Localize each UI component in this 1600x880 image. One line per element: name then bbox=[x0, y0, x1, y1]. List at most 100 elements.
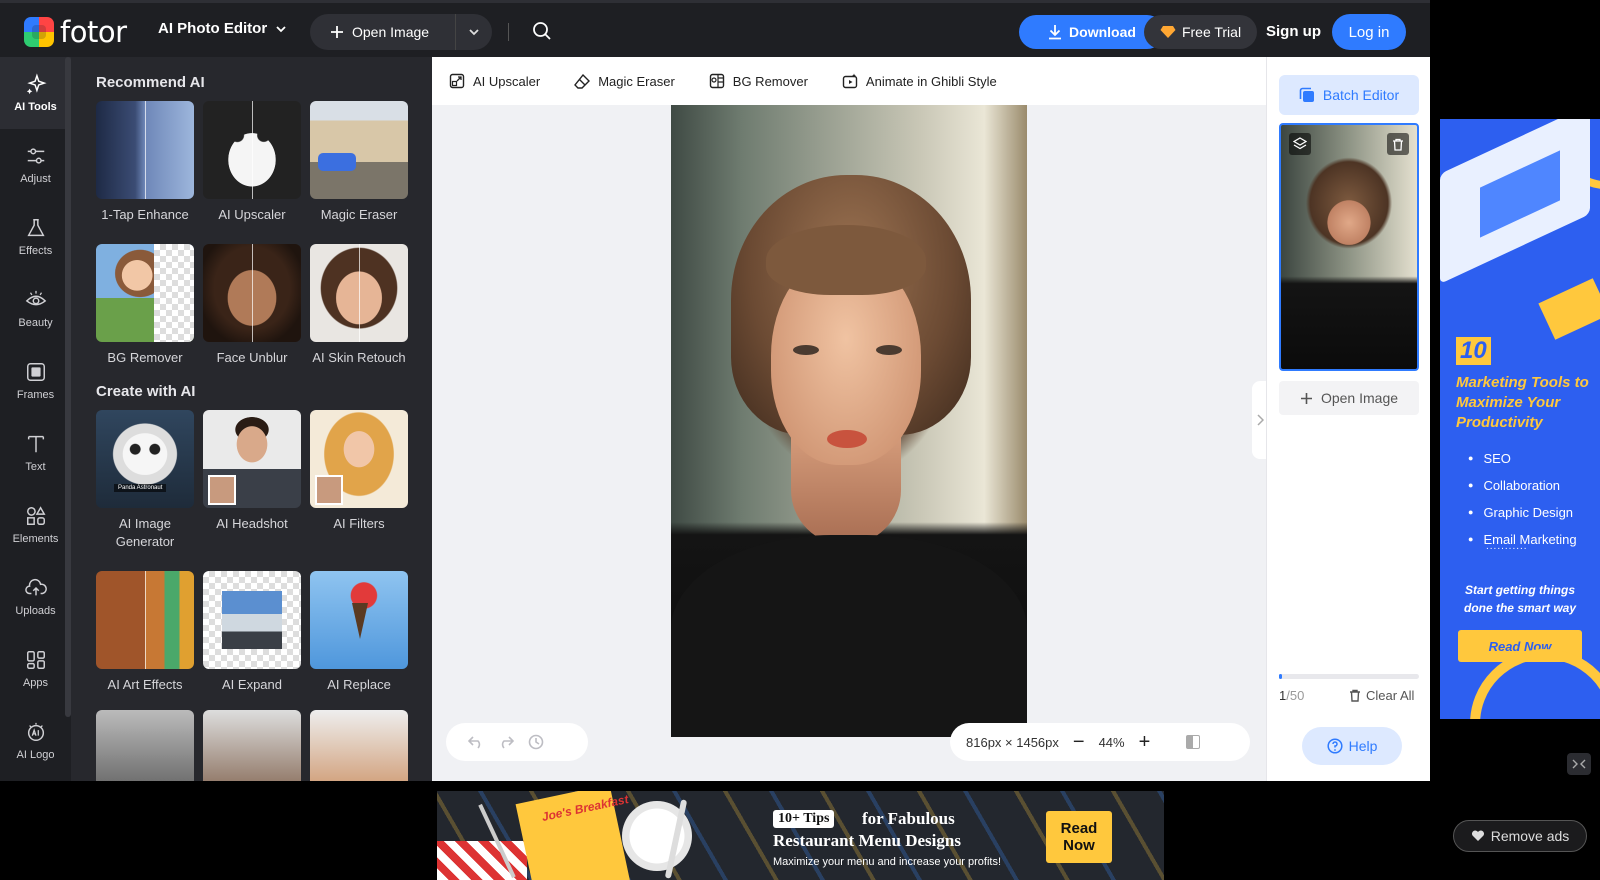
ai-photo-editor-menu[interactable]: AI Photo Editor bbox=[158, 20, 287, 37]
tool-ai-headshot[interactable]: AI Headshot bbox=[203, 410, 301, 551]
tool-ai-image-generator[interactable]: Panda Astronaut AI Image Generator bbox=[96, 410, 194, 551]
rail-item-ai-tools[interactable]: AI Tools bbox=[0, 57, 71, 129]
open-image-dropdown[interactable] bbox=[456, 26, 492, 38]
open-image-button-secondary[interactable]: Open Image bbox=[1279, 381, 1419, 415]
ad-number: 10 bbox=[1456, 337, 1491, 365]
help-button[interactable]: Help bbox=[1302, 727, 1402, 765]
zoom-in-button[interactable]: + bbox=[1139, 731, 1151, 754]
quick-tool-label: BG Remover bbox=[732, 73, 808, 89]
remove-ads-label: Remove ads bbox=[1490, 828, 1570, 844]
side-advertisement[interactable]: 10 Marketing Tools to Maximize Your Prod… bbox=[1440, 119, 1600, 719]
redo-icon[interactable] bbox=[498, 735, 514, 749]
compare-icon[interactable] bbox=[1186, 735, 1201, 749]
fotor-editor: fotor AI Photo Editor Open Image Downloa… bbox=[0, 0, 1600, 880]
undo-icon[interactable] bbox=[468, 735, 484, 749]
free-trial-button[interactable]: Free Trial bbox=[1144, 15, 1257, 49]
history-icon[interactable] bbox=[528, 734, 544, 750]
tool-label: Face Unblur bbox=[216, 350, 288, 365]
rail-item-adjust[interactable]: Adjust bbox=[0, 129, 71, 201]
eye-icon bbox=[25, 290, 46, 306]
source-photo-inset bbox=[208, 475, 236, 505]
rail-label: Text bbox=[25, 461, 46, 473]
recommend-ai-heading: Recommend AI bbox=[96, 74, 205, 91]
cloud-upload-icon bbox=[24, 578, 47, 596]
tool-ai-upscaler[interactable]: AI Upscaler bbox=[203, 101, 301, 224]
recommend-grid: 1-Tap Enhance AI Upscaler Magic Eraser B… bbox=[96, 101, 432, 367]
quick-tool-ai-upscaler[interactable]: AI Upscaler bbox=[449, 73, 540, 89]
rail-item-frames[interactable]: Frames bbox=[0, 345, 71, 417]
flask-icon bbox=[26, 219, 45, 237]
tool-face-unblur[interactable]: Face Unblur bbox=[203, 244, 301, 367]
tool-thumbnail[interactable] bbox=[310, 710, 408, 781]
layer-thumbnail[interactable] bbox=[1279, 123, 1419, 371]
quick-tool-animate-ghibli[interactable]: Animate in Ghibli Style bbox=[842, 73, 997, 89]
download-button[interactable]: Download bbox=[1019, 15, 1164, 49]
more-tools-row bbox=[96, 710, 432, 781]
tool-label: AI Filters bbox=[333, 516, 385, 531]
quick-tool-bg-remover[interactable]: BG Remover bbox=[709, 73, 808, 89]
collapse-ad-icon[interactable] bbox=[1567, 753, 1591, 775]
tool-ai-replace[interactable]: AI Replace bbox=[310, 571, 408, 694]
sparkle-icon bbox=[26, 73, 47, 95]
open-image-label: Open Image bbox=[1320, 390, 1399, 406]
rail-label: Uploads bbox=[15, 605, 56, 617]
trash-icon[interactable] bbox=[1387, 133, 1409, 155]
batch-icon bbox=[1299, 87, 1314, 102]
tool-ai-expand[interactable]: AI Expand bbox=[203, 571, 301, 694]
search-button[interactable] bbox=[532, 21, 552, 46]
bottom-banner-ad[interactable]: Joe's Breakfast 10+ Tips for Fabulous Re… bbox=[437, 791, 1164, 880]
ad-headline: Marketing Tools to Maximize Your Product… bbox=[1456, 374, 1589, 431]
create-grid: Panda Astronaut AI Image Generator AI He… bbox=[96, 410, 432, 694]
clear-all-button[interactable]: Clear All bbox=[1349, 688, 1414, 703]
rail-item-text[interactable]: Text bbox=[0, 417, 71, 489]
quick-tool-magic-eraser[interactable]: Magic Eraser bbox=[574, 73, 675, 89]
download-label: Download bbox=[1069, 24, 1136, 40]
ad-bullet: Graphic Design bbox=[1468, 500, 1577, 527]
rail-item-uploads[interactable]: Uploads bbox=[0, 561, 71, 633]
diamond-icon bbox=[1160, 26, 1176, 38]
canvas-photo[interactable] bbox=[671, 105, 1027, 737]
ad-bullet-list: SEO Collaboration Graphic Design Email M… bbox=[1468, 446, 1577, 554]
ai-skin-retouch-thumbnail bbox=[310, 244, 408, 342]
zoom-level[interactable]: 44% bbox=[1099, 735, 1125, 750]
free-trial-label: Free Trial bbox=[1181, 24, 1242, 40]
banner-tag: 10+ Tips bbox=[773, 810, 835, 828]
quick-tool-label: AI Upscaler bbox=[473, 73, 541, 89]
log-in-button[interactable]: Log in bbox=[1332, 14, 1406, 50]
open-image-button[interactable]: Open Image bbox=[310, 14, 456, 50]
ai-logo-icon bbox=[27, 722, 44, 741]
rail-scrollbar[interactable] bbox=[65, 57, 71, 717]
banner-read-now-button[interactable]: Read Now bbox=[1046, 811, 1112, 863]
batch-editor-button[interactable]: Batch Editor bbox=[1279, 75, 1419, 115]
tool-bg-remover[interactable]: BG Remover bbox=[96, 244, 194, 367]
ai-headshot-thumbnail bbox=[203, 410, 301, 508]
ai-image-generator-thumbnail: Panda Astronaut bbox=[96, 410, 194, 508]
rail-item-ai-logo[interactable]: AI Logo bbox=[0, 705, 71, 777]
tool-label: AI Art Effects bbox=[107, 677, 183, 692]
layers-icon[interactable] bbox=[1289, 133, 1311, 155]
face-unblur-thumbnail bbox=[203, 244, 301, 342]
tool-thumbnail[interactable] bbox=[96, 710, 194, 781]
tool-1-tap-enhance[interactable]: 1-Tap Enhance bbox=[96, 101, 194, 224]
rail-item-beauty[interactable]: Beauty bbox=[0, 273, 71, 345]
rail-item-apps[interactable]: Apps bbox=[0, 633, 71, 705]
tool-label: BG Remover bbox=[107, 350, 183, 365]
sign-up-link[interactable]: Sign up bbox=[1266, 23, 1321, 40]
batch-count-total: /50 bbox=[1286, 688, 1305, 703]
fotor-logo[interactable]: fotor bbox=[24, 15, 127, 49]
tool-ai-filters[interactable]: AI Filters bbox=[310, 410, 408, 551]
rail-label: Effects bbox=[18, 245, 53, 257]
left-rail: AI Tools Adjust Effects Beauty Frames Te… bbox=[0, 57, 71, 781]
rail-item-elements[interactable]: Elements bbox=[0, 489, 71, 561]
remove-ads-button[interactable]: Remove ads bbox=[1453, 820, 1587, 852]
ai-filters-thumbnail bbox=[310, 410, 408, 508]
tool-magic-eraser[interactable]: Magic Eraser bbox=[310, 101, 408, 224]
ad-bullet: SEO bbox=[1468, 446, 1577, 473]
rail-item-effects[interactable]: Effects bbox=[0, 201, 71, 273]
tool-thumbnail[interactable] bbox=[203, 710, 301, 781]
text-icon bbox=[27, 435, 44, 453]
tool-ai-art-effects[interactable]: AI Art Effects bbox=[96, 571, 194, 694]
zoom-out-button[interactable]: − bbox=[1073, 731, 1085, 754]
tool-ai-skin-retouch[interactable]: AI Skin Retouch bbox=[310, 244, 408, 367]
rail-label: Beauty bbox=[18, 317, 53, 329]
